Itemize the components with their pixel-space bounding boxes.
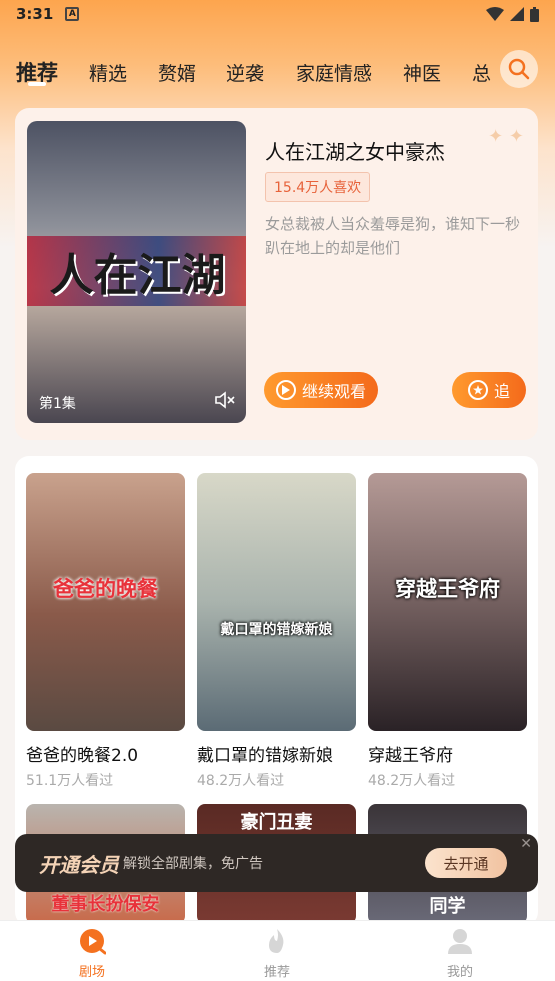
nav-label: 我的 bbox=[446, 965, 473, 980]
nav-label: 推荐 bbox=[263, 965, 290, 980]
thumbnail-title: 爸爸的晚餐 bbox=[53, 576, 158, 601]
episode-label: 第1集 bbox=[39, 396, 76, 412]
tab-family[interactable]: 家庭情感 bbox=[296, 59, 372, 86]
drama-name: 爸爸的晚餐2.0 bbox=[26, 746, 139, 766]
notification-icon: A bbox=[65, 7, 80, 21]
continue-label: 继续观看 bbox=[301, 382, 366, 401]
star-icon bbox=[467, 380, 488, 400]
drama-card[interactable]: 穿越王爷府 穿越王爷府 48.2万人看过 bbox=[368, 473, 527, 790]
user-icon bbox=[448, 929, 472, 954]
drama-views: 48.2万人看过 bbox=[368, 773, 456, 789]
status-time: 3:31 bbox=[16, 5, 54, 23]
drama-views: 48.2万人看过 bbox=[197, 773, 285, 789]
drama-thumbnail[interactable]: 戴口罩的错嫁新娘 bbox=[197, 473, 356, 731]
nav-profile[interactable]: 我的 bbox=[420, 927, 500, 980]
play-icon bbox=[275, 380, 296, 400]
thumbnail-title: 穿越王爷府 bbox=[395, 576, 500, 601]
signal-icon bbox=[510, 7, 524, 21]
drama-name: 穿越王爷府 bbox=[368, 746, 453, 766]
tab-ceo[interactable]: 总 bbox=[472, 59, 491, 86]
vip-open-button[interactable]: 去开通 bbox=[425, 848, 507, 878]
follow-button[interactable]: 追 bbox=[452, 372, 526, 408]
tab-counterattack[interactable]: 逆袭 bbox=[226, 59, 264, 86]
battery-icon bbox=[530, 6, 539, 22]
tab-doctor[interactable]: 神医 bbox=[403, 59, 441, 86]
nav-label: 剧场 bbox=[78, 965, 105, 980]
follow-label: 追 bbox=[493, 382, 510, 401]
poster-title: 人在江湖 bbox=[49, 250, 226, 301]
thumbnail-title: 豪门丑妻 bbox=[240, 812, 313, 833]
vip-description: 解锁全部剧集，免广告 bbox=[123, 856, 263, 872]
featured-card[interactable]: 人在江湖 第1集 ✦ ✦ 人在江湖之女中豪杰 15.4万人喜欢 女总裁被人当众羞… bbox=[15, 108, 538, 440]
featured-description: 女总裁被人当众羞辱是狗，谁知下一秒趴在地上的却是他们 bbox=[265, 215, 521, 257]
status-bar: 3:31 A bbox=[0, 0, 555, 28]
vip-title: 开通会员 bbox=[39, 852, 119, 877]
category-tabs: 推荐 精选 赘婿 逆袭 家庭情感 神医 总 bbox=[0, 50, 555, 94]
drama-name: 戴口罩的错嫁新娘 bbox=[197, 746, 333, 766]
search-icon bbox=[508, 58, 530, 80]
close-icon[interactable]: ✕ bbox=[520, 836, 532, 852]
nav-recommend[interactable]: 推荐 bbox=[237, 927, 317, 980]
sparkle-icon: ✦ ✦ bbox=[488, 126, 524, 147]
likes-badge: 15.4万人喜欢 bbox=[265, 172, 371, 202]
wifi-icon bbox=[486, 7, 504, 21]
vip-banner[interactable]: 开通会员 解锁全部剧集，免广告 去开通 ✕ bbox=[15, 834, 538, 892]
featured-poster[interactable]: 人在江湖 第1集 bbox=[27, 121, 246, 423]
drama-thumbnail[interactable]: 穿越王爷府 bbox=[368, 473, 527, 731]
drama-card[interactable]: 爸爸的晚餐 爸爸的晚餐2.0 51.1万人看过 bbox=[26, 473, 185, 790]
flame-icon bbox=[269, 929, 284, 953]
drama-thumbnail[interactable]: 爸爸的晚餐 bbox=[26, 473, 185, 731]
search-button[interactable] bbox=[500, 50, 538, 88]
drama-views: 51.1万人看过 bbox=[26, 773, 114, 789]
mute-icon[interactable] bbox=[214, 391, 236, 409]
thumbnail-title: 同学 bbox=[429, 896, 466, 917]
tab-son-in-law[interactable]: 赘婿 bbox=[158, 59, 196, 86]
tab-selected[interactable]: 精选 bbox=[89, 59, 127, 86]
thumbnail-title: 董事长扮保安 bbox=[51, 894, 160, 915]
thumbnail-title: 戴口罩的错嫁新娘 bbox=[220, 622, 333, 638]
bottom-nav: 剧场 推荐 我的 bbox=[0, 920, 555, 981]
drama-card[interactable]: 戴口罩的错嫁新娘 戴口罩的错嫁新娘 48.2万人看过 bbox=[197, 473, 356, 790]
continue-watching-button[interactable]: 继续观看 bbox=[264, 372, 378, 408]
active-tab-indicator bbox=[28, 82, 46, 86]
theater-icon bbox=[80, 929, 107, 955]
featured-title: 人在江湖之女中豪杰 bbox=[265, 140, 445, 164]
nav-theater[interactable]: 剧场 bbox=[52, 927, 132, 980]
